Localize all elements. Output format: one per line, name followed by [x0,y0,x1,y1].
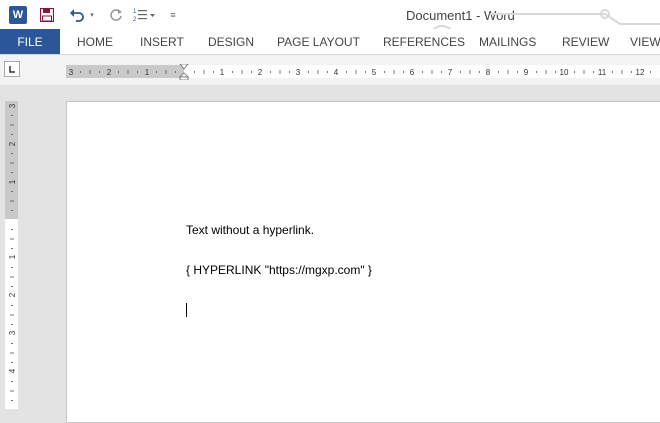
tab-view[interactable]: VIEW [630,35,660,49]
tab-file[interactable]: FILE [0,29,60,54]
tab-review[interactable]: REVIEW [562,35,609,49]
redo-arrow-icon [110,9,122,21]
vruler-label-top-2: 2 [8,141,17,146]
customize-qat-button[interactable]: ≡ [167,5,179,25]
vruler-label-3: 3 [8,330,17,335]
title-bar: W ▾ 1 2 ≡ Document1 - Word [0,0,660,29]
document-line-hyperlink-field[interactable]: { HYPERLINK "https://mgxp.com" } [186,263,372,277]
tab-mailings[interactable]: MAILINGS [479,35,536,49]
undo-arrow-icon [70,9,84,22]
numbering-list-icon: 1 2 [133,9,155,23]
document-line-plain[interactable]: Text without a hyperlink. [186,223,314,237]
ruler-label-left-2: 2 [107,68,112,77]
vruler-label-4: 4 [8,368,17,373]
ruler-label-1: 1 [220,68,225,77]
horizontal-ruler[interactable]: 3 2 1 1 2 3 4 5 6 7 8 9 10 11 12 [66,64,660,80]
vruler-text-area [5,219,18,409]
vruler-label-top-3: 3 [8,103,17,108]
tab-home[interactable]: HOME [77,35,113,49]
ruler-label-12: 12 [636,68,645,77]
ruler-label-left-3: 3 [69,68,74,77]
tab-insert[interactable]: INSERT [140,35,184,49]
numbering-button[interactable]: 1 2 [132,5,158,25]
undo-button[interactable] [66,5,88,25]
ruler-label-3: 3 [296,68,301,77]
text-cursor [186,303,187,317]
tab-stop-selector[interactable] [4,61,20,77]
ruler-label-9: 9 [524,68,529,77]
document-page[interactable] [66,101,660,423]
ruler-label-left-1: 1 [145,68,150,77]
ruler-label-10: 10 [560,68,569,77]
save-button[interactable] [38,5,56,25]
svg-text:1: 1 [133,9,137,15]
ruler-label-2: 2 [258,68,263,77]
redo-button[interactable] [107,5,125,25]
ruler-label-11: 11 [598,68,607,77]
vruler-label-top-1: 1 [8,179,17,184]
tab-references[interactable]: REFERENCES [383,35,465,49]
ruler-label-8: 8 [486,68,491,77]
tab-page-layout[interactable]: PAGE LAYOUT [277,35,360,49]
vruler-label-1: 1 [8,254,17,259]
ribbon-tabs: FILE HOME INSERT DESIGN PAGE LAYOUT REFE… [0,29,660,55]
svg-text:2: 2 [133,17,137,23]
left-tab-stop-icon [9,66,15,73]
ruler-area: 3 2 1 1 2 3 4 5 6 7 8 9 10 11 12 [0,55,660,85]
floppy-disk-icon [40,8,54,22]
word-logo-icon[interactable]: W [9,6,27,24]
undo-dropdown-icon[interactable]: ▾ [88,5,96,25]
ruler-label-6: 6 [410,68,415,77]
ruler-label-7: 7 [448,68,453,77]
vertical-ruler[interactable]: 3 2 1 1 2 3 4 [4,101,20,409]
vruler-label-2: 2 [8,292,17,297]
document-title: Document1 - Word [406,8,515,23]
ruler-label-5: 5 [372,68,377,77]
tab-design[interactable]: DESIGN [208,35,254,49]
ruler-text-area [184,65,660,78]
ruler-label-4: 4 [334,68,339,77]
